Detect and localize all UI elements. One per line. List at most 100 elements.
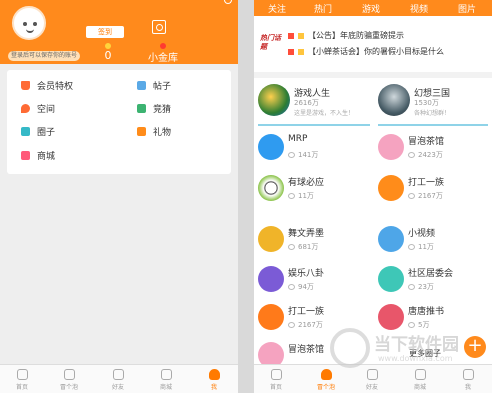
watermark: 当下软件园 www.downxia.com — [330, 326, 490, 376]
divider — [254, 72, 492, 78]
menu-item-label: 空间 — [37, 104, 56, 115]
circle-thumbnail — [378, 266, 404, 292]
menu-item-label: 商城 — [37, 151, 56, 162]
crown-icon — [21, 80, 30, 90]
circle-name: 社区居委会 — [408, 269, 454, 279]
home-icon — [270, 369, 282, 380]
circle-count: 2423万 — [408, 150, 443, 160]
vault-icon[interactable] — [152, 20, 166, 34]
bullet-icon — [288, 32, 294, 39]
tab-games[interactable]: 游戏 — [362, 2, 380, 15]
profile-menu: 会员特权 帖子 空间 竞猜 圈子 礼物 商城 — [7, 70, 231, 174]
top-tabs: 关注 热门 游戏 视频 图片 — [254, 0, 492, 18]
menu-item-quiz[interactable]: 竞猜 — [137, 101, 171, 115]
circle-name: 娱乐八卦 — [288, 269, 325, 279]
menu-item-label: 礼物 — [153, 127, 172, 138]
circle-count: 2616万 — [294, 99, 319, 107]
menu-item-posts[interactable]: 帖子 — [137, 78, 171, 92]
circle-thumbnail — [378, 175, 404, 201]
watermark-logo-icon — [330, 328, 370, 368]
avatar[interactable] — [12, 6, 46, 40]
tab-label: 商城 — [413, 384, 426, 391]
circle-name: 冒泡茶馆 — [288, 345, 325, 355]
news-item[interactable]: 【公告】年底防骗重磅提示 — [288, 30, 404, 41]
menu-item-store[interactable]: 商城 — [21, 148, 55, 162]
menu-item-label: 会员特权 — [37, 81, 74, 92]
circle-item[interactable]: 打工一族 2167万 — [374, 171, 486, 209]
trophy-icon — [137, 103, 146, 113]
circle-count: 681万 — [288, 242, 318, 252]
circle-name: MRP — [288, 134, 308, 144]
document-icon — [137, 80, 146, 90]
tab-follow[interactable]: 关注 — [268, 2, 286, 15]
circle-item[interactable]: 社区居委会 23万 — [374, 262, 486, 300]
tab-video[interactable]: 视频 — [410, 2, 428, 15]
circle-count: 11万 — [408, 242, 434, 252]
tab-label: 好友 — [365, 384, 378, 391]
tab-store[interactable]: 商城 — [148, 369, 184, 391]
menu-item-gifts[interactable]: 礼物 — [137, 124, 171, 138]
circle-item[interactable]: 有球必应 11万 — [254, 171, 366, 209]
tab-label: 好友 — [111, 384, 124, 391]
tab-home[interactable]: 首页 — [4, 369, 40, 391]
circle-item[interactable]: 冒泡茶馆 2423万 — [374, 130, 486, 168]
circle-name: 有球必应 — [288, 178, 325, 188]
menu-item-circles[interactable]: 圈子 — [21, 124, 55, 138]
circle-subtitle: 这里是游戏，不入生！ — [294, 110, 355, 117]
news-text: 【公告】年底防骗重磅提示 — [308, 31, 404, 40]
chat-icon — [112, 369, 124, 380]
tab-me[interactable]: 我 — [196, 369, 232, 391]
news-item[interactable]: 【小蝉茶话会】你的暑假小目标是什么 — [288, 46, 444, 57]
circle-name: 打工一族 — [288, 307, 325, 317]
coin-value: 0 — [104, 49, 112, 62]
featured-circle[interactable]: 幻想三国 1530万 各种幻想群！ — [374, 82, 486, 122]
circle-thumbnail — [378, 226, 404, 252]
circle-subtitle: 各种幻想群！ — [414, 110, 451, 117]
news-text: 【小蝉茶话会】你的暑假小目标是什么 — [308, 47, 444, 56]
circle-item[interactable]: 娱乐八卦 94万 — [254, 262, 366, 300]
menu-item-vip[interactable]: 会员特权 — [21, 78, 73, 92]
tab-label: 首页 — [15, 384, 28, 391]
gift-icon — [137, 126, 146, 136]
circle-name: 打工一族 — [408, 178, 445, 188]
circle-thumbnail — [378, 84, 410, 116]
signin-button[interactable]: 签到 — [86, 26, 124, 38]
circle-thumbnail — [378, 134, 404, 160]
circle-thumbnail — [258, 175, 284, 201]
menu-item-label: 圈子 — [37, 127, 56, 138]
menu-item-space[interactable]: 空间 — [21, 101, 55, 115]
tab-hot[interactable]: 热门 — [314, 2, 333, 18]
login-hint[interactable]: 登录后可以保存你的账号 — [8, 51, 81, 61]
profile-header: 登录后可以保存你的账号 签到 0 小金库 — [0, 0, 238, 64]
user-icon — [208, 369, 220, 380]
circle-name: 小视频 — [408, 229, 436, 239]
tab-friends[interactable]: 好友 — [100, 369, 136, 391]
menu-item-label: 帖子 — [153, 81, 172, 92]
tab-label: 冒个泡 — [59, 384, 78, 391]
bubble-icon — [63, 369, 75, 380]
circle-count: 94万 — [288, 282, 314, 292]
user-circle-icon — [21, 126, 30, 136]
bullet-icon — [298, 48, 304, 55]
circle-name: 舞文弄墨 — [288, 229, 325, 239]
gear-icon[interactable] — [224, 0, 232, 4]
hot-topics-logo: 热门话题 — [260, 34, 281, 51]
featured-underline — [258, 124, 370, 126]
hot-topics: 热门话题 【公告】年底防骗重磅提示 【小蝉茶话会】你的暑假小目标是什么 — [254, 28, 492, 66]
circle-item[interactable]: MRP 141万 — [254, 130, 366, 168]
vault-label[interactable]: 小金库 — [138, 49, 188, 64]
profile-screen: 登录后可以保存你的账号 签到 0 小金库 会员特权 帖子 空间 竞猜 圈子 礼物… — [0, 0, 238, 393]
tab-pictures[interactable]: 图片 — [458, 2, 476, 15]
circle-count: 11万 — [288, 191, 314, 201]
tab-label: 冒个泡 — [316, 384, 335, 391]
circle-item[interactable]: 小视频 11万 — [374, 222, 486, 260]
circle-item[interactable]: 舞文弄墨 681万 — [254, 222, 366, 260]
bottom-tabbar: 首页 冒个泡 好友 商城 我 — [0, 364, 238, 393]
featured-circle[interactable]: 游戏人生 2616万 这里是游戏，不入生！ — [254, 82, 366, 122]
circle-count: 1530万 — [414, 99, 439, 107]
tab-bubble[interactable]: 冒个泡 — [51, 369, 87, 391]
cart-icon — [160, 369, 172, 380]
store-icon — [21, 150, 30, 160]
circle-thumbnail — [258, 134, 284, 160]
tab-home[interactable]: 首页 — [258, 369, 294, 391]
